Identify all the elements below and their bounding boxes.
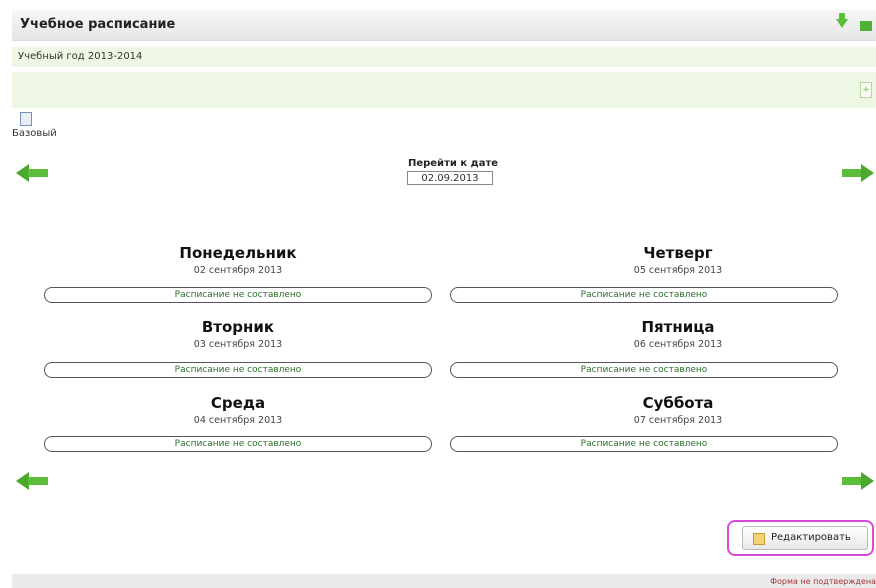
page-title: Учебное расписание: [20, 17, 176, 32]
day-name: Вторник: [201, 318, 275, 336]
document-icon[interactable]: [20, 112, 32, 126]
day-name: Пятница: [641, 318, 715, 336]
excel-icon[interactable]: [860, 21, 872, 31]
edit-button[interactable]: Редактировать: [742, 526, 868, 550]
edit-icon: [753, 533, 765, 545]
day-tuesday: Вторник 03 сентября 2013: [38, 318, 438, 350]
day-monday: Понедельник 02 сентября 2013: [38, 244, 438, 276]
day-date: 02 сентября 2013: [193, 265, 283, 276]
day-status[interactable]: Расписание не составлено: [450, 436, 838, 452]
day-name: Четверг: [643, 244, 713, 262]
previous-week-arrow-icon[interactable]: [16, 472, 48, 490]
day-name: Среда: [210, 394, 266, 412]
year-bar: Учебный год 2013-2014: [12, 47, 876, 67]
day-status[interactable]: Расписание не составлено: [44, 436, 432, 452]
variant-label[interactable]: Базовый: [12, 128, 57, 139]
day-name: Понедельник: [179, 244, 297, 262]
academic-year-label: Учебный год 2013-2014: [18, 51, 143, 62]
day-name: Суббота: [642, 394, 714, 412]
goto-date-input[interactable]: 02.09.2013: [407, 171, 493, 185]
day-date: 03 сентября 2013: [193, 339, 283, 350]
day-status[interactable]: Расписание не составлено: [450, 362, 838, 378]
form-status-text: Форма не подтверждена: [770, 577, 876, 586]
schedule-variant[interactable]: Базовый: [12, 112, 57, 139]
expand-filter-button[interactable]: +: [860, 82, 872, 98]
day-date: 06 сентября 2013: [633, 339, 723, 350]
day-date: 04 сентября 2013: [193, 415, 283, 426]
day-saturday: Суббота 07 сентября 2013: [478, 394, 876, 426]
goto-date-label: Перейти к дате: [407, 158, 499, 169]
next-week-arrow-icon[interactable]: [842, 472, 874, 490]
day-status[interactable]: Расписание не составлено: [44, 362, 432, 378]
previous-week-arrow-icon[interactable]: [16, 164, 48, 182]
page-header: Учебное расписание: [12, 10, 876, 41]
day-thursday: Четверг 05 сентября 2013: [478, 244, 876, 276]
day-date: 05 сентября 2013: [633, 265, 723, 276]
edit-button-label: Редактировать: [771, 532, 851, 543]
day-wednesday: Среда 04 сентября 2013: [38, 394, 438, 426]
filter-bar: +: [12, 72, 876, 108]
download-arrow-icon[interactable]: [836, 13, 848, 28]
day-date: 07 сентября 2013: [633, 415, 723, 426]
footer: Форма не подтверждена: [12, 574, 876, 588]
day-friday: Пятница 06 сентября 2013: [478, 318, 876, 350]
next-week-arrow-icon[interactable]: [842, 164, 874, 182]
day-status[interactable]: Расписание не составлено: [44, 287, 432, 303]
day-status[interactable]: Расписание не составлено: [450, 287, 838, 303]
